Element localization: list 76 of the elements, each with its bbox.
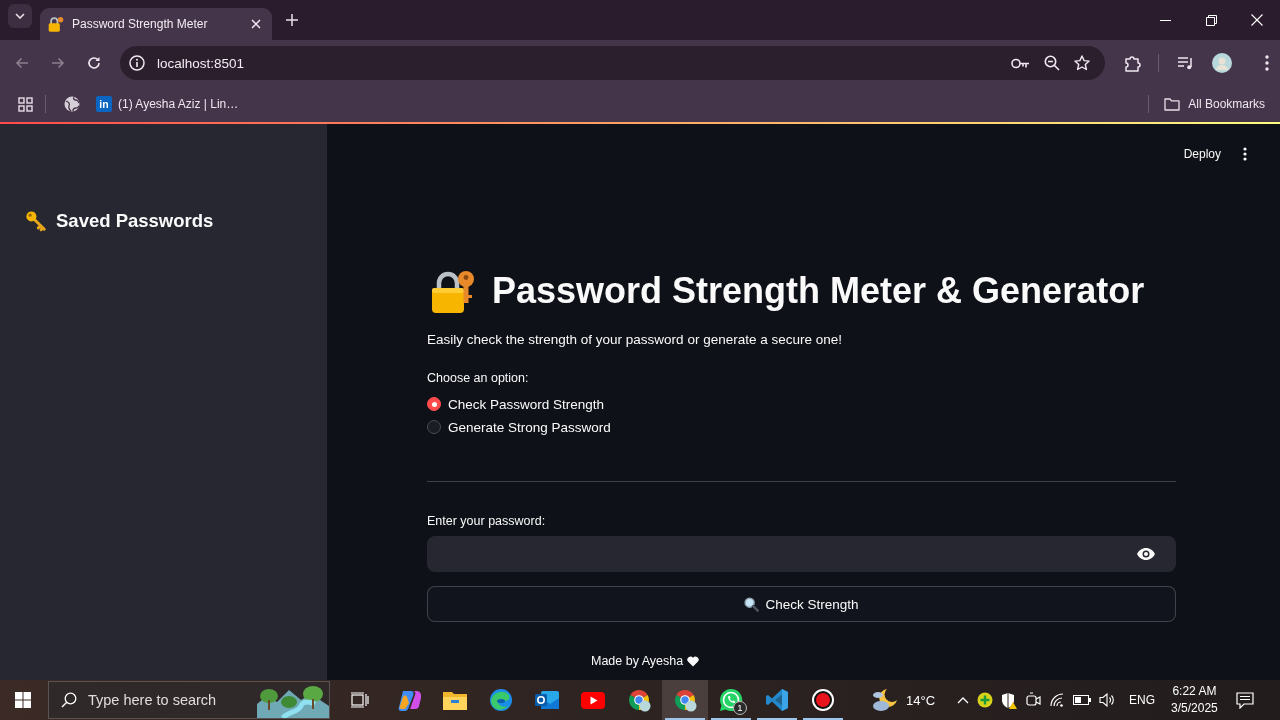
menu-icon[interactable] [1265, 55, 1269, 71]
arrow-right-icon [51, 57, 65, 69]
password-field[interactable] [427, 536, 1176, 572]
radio-group-label: Choose an option: [427, 370, 530, 387]
zoom-out-icon[interactable] [1044, 55, 1060, 71]
notification-badge: 1 [733, 701, 747, 715]
four-panes-icon [15, 692, 31, 708]
clock-button[interactable]: 6:22 AM 3/5/2025 [1171, 683, 1218, 717]
play-icon [581, 691, 605, 709]
mail-icon [535, 689, 559, 711]
taskbar-app-button[interactable]: 1 [708, 680, 754, 720]
restore-icon [1205, 14, 1217, 26]
task-view-icon [351, 692, 369, 708]
footer-text: Made by Ayesha [591, 653, 684, 670]
search-bar[interactable]: Type here to search [48, 681, 330, 719]
profile-avatar[interactable] [1212, 53, 1232, 73]
pinwheel-circle-icon [627, 688, 651, 712]
close-icon [1251, 14, 1263, 26]
address-bar[interactable]: localhost:8501 [120, 46, 1105, 80]
browser-tab[interactable]: Password Strength Meter [40, 8, 272, 40]
reload-icon [87, 56, 101, 70]
all-bookmarks-button[interactable]: All Bookmarks [1164, 97, 1265, 111]
key-icon[interactable] [1011, 57, 1030, 69]
star-icon[interactable] [1074, 55, 1090, 71]
folder-icon [1164, 97, 1181, 111]
media-queue-icon[interactable] [1177, 56, 1194, 70]
swirl-icon [397, 688, 421, 712]
page-subtitle: Easily check the strength of your password or generate a secure one! [427, 331, 843, 349]
shield-warning-icon[interactable] [1001, 691, 1018, 709]
deploy-button[interactable]: Deploy [1175, 141, 1229, 167]
plus-icon[interactable] [286, 14, 298, 26]
notification-icon[interactable] [1235, 691, 1254, 709]
tab-list-button[interactable] [8, 4, 32, 28]
logo-badge: in [96, 96, 112, 112]
chevron-down-icon [15, 13, 25, 19]
radio-option[interactable]: Generate Strong Password [427, 416, 611, 438]
plus-circle-icon[interactable] [977, 692, 994, 708]
search-icon [61, 692, 77, 708]
temperature-text[interactable]: 14°C [906, 692, 936, 708]
search-field[interactable]: Type here to search [88, 692, 257, 708]
globe-icon[interactable] [64, 96, 80, 112]
apps-grid-icon[interactable] [18, 96, 33, 112]
lock-icon [48, 16, 64, 32]
radio-option[interactable]: Check Password Strength [427, 393, 605, 415]
wave-ring-icon [489, 688, 513, 712]
video-camera-icon[interactable] [1025, 692, 1042, 708]
folder-icon [443, 690, 467, 710]
radio-icon[interactable] [427, 397, 441, 411]
bookmark-link[interactable]: in (1) Ayesha Aziz | Lin… [96, 96, 239, 112]
heart-icon [687, 655, 700, 667]
radio-icon[interactable] [427, 420, 441, 434]
puzzle-icon[interactable] [1124, 54, 1141, 72]
chevron-up-icon[interactable] [957, 696, 970, 704]
pinwheel-circle-icon [673, 688, 697, 712]
battery-icon[interactable] [1073, 695, 1092, 705]
check-strength-button[interactable]: Check Strength [427, 586, 1176, 622]
wifi-icon[interactable] [1049, 693, 1066, 707]
page-title: Password Strength Meter & Generator [492, 269, 1145, 313]
magnifier-icon [744, 596, 760, 612]
sidebar-title: Saved Passwords [56, 210, 214, 232]
menu-icon [1243, 147, 1247, 161]
lock-with-key-icon [430, 269, 476, 313]
speaker-icon[interactable] [1099, 693, 1116, 707]
language-indicator[interactable]: ENG [1129, 693, 1156, 707]
moon-cloud-icon[interactable] [872, 688, 898, 712]
key-icon [25, 210, 47, 232]
info-icon[interactable] [129, 55, 145, 71]
eye-icon[interactable] [1137, 548, 1155, 560]
record-icon [811, 688, 835, 712]
url-text: localhost:8501 [157, 55, 245, 71]
field-label: Enter your password: [427, 513, 547, 530]
close-icon[interactable] [251, 19, 261, 29]
minimize-icon [1159, 19, 1171, 21]
taskbar-app-button[interactable] [662, 680, 708, 720]
arrow-left-icon [15, 57, 29, 69]
code-ribbon-icon [765, 688, 789, 712]
